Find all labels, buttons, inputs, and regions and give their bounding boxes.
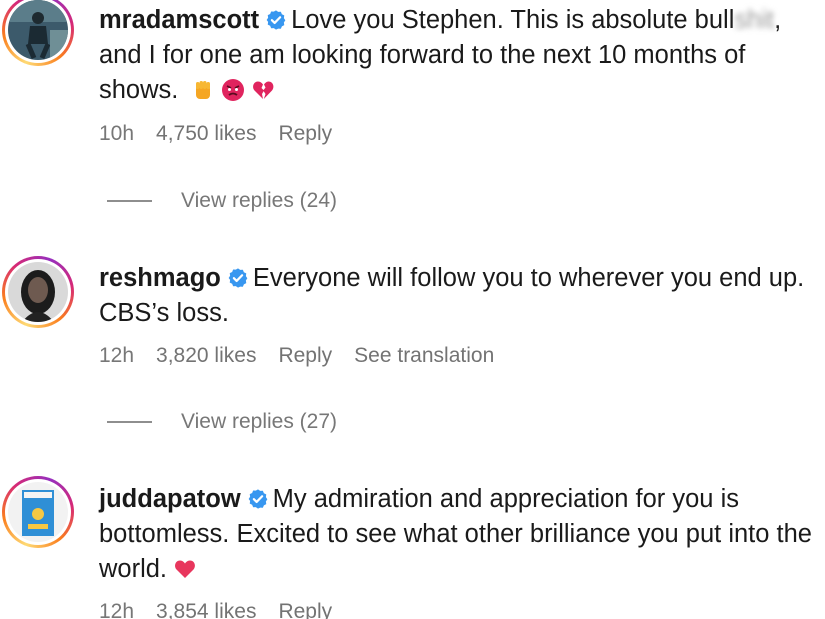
view-replies-label: View replies (24) <box>181 189 338 212</box>
divider-line <box>107 200 152 202</box>
comment-time: 10h <box>99 122 135 145</box>
comment-username[interactable]: reshmago <box>99 264 221 292</box>
comment-meta: 12h 3,854 likes Reply <box>99 600 332 619</box>
comment-time: 12h <box>99 600 135 619</box>
reply-button[interactable]: Reply <box>278 344 332 368</box>
likes-count[interactable]: 3,820 likes <box>156 344 256 368</box>
raised-fist-emoji <box>191 78 215 102</box>
comment-username[interactable]: mradamscott <box>99 6 259 34</box>
avatar-image <box>8 482 68 542</box>
reply-button[interactable]: Reply <box>278 122 332 146</box>
comment-time: 12h <box>99 344 135 367</box>
angry-face-emoji <box>221 78 245 102</box>
comment-username[interactable]: juddapatow <box>99 485 241 513</box>
view-replies-button[interactable]: View replies (24) <box>107 189 337 213</box>
likes-count[interactable]: 4,750 likes <box>156 122 256 146</box>
comment-meta: 12h 3,820 likes Reply See translation <box>99 344 494 368</box>
avatar-image <box>8 0 68 60</box>
see-translation-button[interactable]: See translation <box>354 344 494 368</box>
comment-text: Love you Stephen. This is absolute bull <box>291 6 735 34</box>
broken-heart-emoji <box>251 78 275 102</box>
verified-badge-icon <box>265 9 287 31</box>
likes-count[interactable]: 3,854 likes <box>156 600 256 619</box>
comment-meta: 10h 4,750 likes Reply <box>99 122 332 146</box>
avatar[interactable] <box>2 256 74 328</box>
verified-badge-icon <box>247 488 269 510</box>
avatar[interactable] <box>2 0 74 66</box>
reply-button[interactable]: Reply <box>278 600 332 619</box>
view-replies-label: View replies (27) <box>181 410 338 433</box>
verified-badge-icon <box>227 267 249 289</box>
heart-emoji <box>173 557 197 581</box>
view-replies-button[interactable]: View replies (27) <box>107 410 337 434</box>
avatar[interactable] <box>2 476 74 548</box>
avatar-image <box>8 262 68 322</box>
divider-line <box>107 421 152 423</box>
comment-text-censored: shit <box>734 6 775 34</box>
